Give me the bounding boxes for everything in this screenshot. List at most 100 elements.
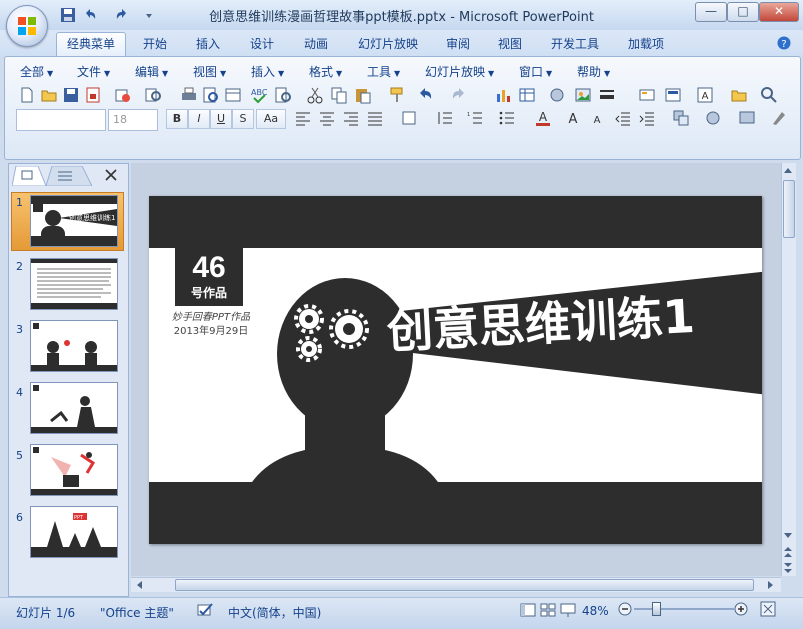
align-center-icon[interactable] bbox=[318, 109, 336, 127]
mail-icon[interactable] bbox=[114, 86, 132, 104]
slides-tab-icon[interactable] bbox=[12, 166, 46, 186]
change-case-button[interactable]: Aa bbox=[256, 109, 286, 129]
print-icon[interactable] bbox=[180, 86, 198, 104]
layout-icon[interactable] bbox=[224, 86, 242, 104]
thumbnail-slide-6[interactable]: PPT bbox=[30, 506, 118, 558]
line-spacing-icon[interactable] bbox=[436, 109, 454, 127]
copy-icon[interactable] bbox=[330, 86, 348, 104]
new-file-icon[interactable] bbox=[18, 86, 36, 104]
spelling-icon[interactable]: ABC bbox=[250, 86, 268, 104]
find-icon[interactable] bbox=[760, 86, 778, 104]
thumbnail-slide-4[interactable] bbox=[30, 382, 118, 434]
shape-outline-icon[interactable] bbox=[770, 109, 788, 127]
tab-design[interactable]: 设计 bbox=[240, 34, 284, 54]
open-folder-icon[interactable] bbox=[40, 86, 58, 104]
tab-view[interactable]: 视图 bbox=[488, 34, 532, 54]
line-style-icon[interactable] bbox=[598, 86, 616, 104]
paste-icon[interactable] bbox=[354, 86, 372, 104]
menu-view[interactable]: 视图 ▼ bbox=[193, 64, 226, 80]
undo-toolbar-icon[interactable] bbox=[416, 86, 434, 104]
format-painter-icon[interactable] bbox=[388, 86, 406, 104]
menu-format[interactable]: 格式 ▼ bbox=[309, 64, 342, 80]
shadow-button[interactable]: S bbox=[232, 109, 254, 129]
insert-picture-icon[interactable] bbox=[574, 86, 592, 104]
office-button[interactable] bbox=[6, 5, 48, 47]
zoom-slider-track[interactable] bbox=[634, 608, 734, 610]
thumbnail-slide-5[interactable] bbox=[30, 444, 118, 496]
font-color-icon[interactable]: A bbox=[534, 109, 552, 127]
tab-slideshow[interactable]: 幻灯片放映 bbox=[348, 34, 428, 54]
bullets-icon[interactable] bbox=[498, 109, 516, 127]
shapes-icon[interactable] bbox=[704, 109, 722, 127]
thumbnail-slide-2[interactable] bbox=[30, 258, 118, 310]
menu-help[interactable]: 帮助 ▼ bbox=[577, 64, 610, 80]
normal-view-icon[interactable] bbox=[520, 602, 536, 618]
italic-button[interactable]: I bbox=[188, 109, 210, 129]
slide-canvas[interactable]: 46 号作品 妙手回春PPT作品 2013年9月29日 创意思维训练1 bbox=[149, 196, 762, 544]
decrease-indent-icon[interactable] bbox=[614, 109, 632, 127]
folder-icon[interactable] bbox=[730, 86, 748, 104]
tab-home[interactable]: 开始 bbox=[133, 34, 177, 54]
justify-icon[interactable] bbox=[366, 109, 384, 127]
zoom-out-icon[interactable] bbox=[618, 602, 632, 616]
insert-table-icon[interactable] bbox=[518, 86, 536, 104]
align-right-icon[interactable] bbox=[342, 109, 360, 127]
textbox-icon[interactable]: A bbox=[696, 86, 714, 104]
new-slide-icon[interactable] bbox=[638, 86, 656, 104]
menu-insert[interactable]: 插入 ▼ bbox=[251, 64, 284, 80]
minimize-button[interactable]: — bbox=[695, 2, 727, 22]
vertical-scroll-thumb[interactable] bbox=[783, 180, 795, 238]
thumbnail-slide-1[interactable]: 创意思维训练1 bbox=[30, 195, 118, 247]
shape-fill-icon[interactable] bbox=[738, 109, 756, 127]
shrink-font-icon[interactable]: A bbox=[590, 109, 608, 127]
menu-window[interactable]: 窗口 ▼ bbox=[519, 64, 552, 80]
tab-classic-menu[interactable]: 经典菜单 bbox=[56, 32, 127, 57]
close-pane-icon[interactable] bbox=[104, 168, 118, 182]
tab-developer[interactable]: 开发工具 bbox=[541, 34, 609, 54]
zoom-level[interactable]: 48% bbox=[582, 604, 609, 618]
bold-button[interactable]: B bbox=[166, 109, 188, 129]
numbering-icon[interactable]: 1 bbox=[466, 109, 484, 127]
clipart-icon[interactable] bbox=[548, 86, 566, 104]
print-preview-icon[interactable] bbox=[202, 86, 220, 104]
insert-chart-icon[interactable] bbox=[494, 86, 512, 104]
reference-icon[interactable] bbox=[274, 86, 292, 104]
menu-all[interactable]: 全部 ▼ bbox=[20, 64, 53, 80]
research-icon[interactable] bbox=[144, 86, 162, 104]
arrange-icon[interactable] bbox=[672, 109, 690, 127]
permission-icon[interactable] bbox=[84, 86, 102, 104]
next-slide-icon[interactable] bbox=[783, 562, 793, 574]
zoom-slider-thumb[interactable] bbox=[652, 602, 661, 616]
font-name-combo[interactable] bbox=[16, 109, 106, 131]
fit-to-window-icon[interactable] bbox=[760, 601, 776, 617]
close-button[interactable]: ✕ bbox=[759, 2, 799, 22]
scroll-right-icon[interactable] bbox=[765, 580, 775, 590]
cut-icon[interactable] bbox=[306, 86, 324, 104]
help-icon[interactable]: ? bbox=[777, 36, 791, 50]
align-left-icon[interactable] bbox=[294, 109, 312, 127]
slide-sorter-view-icon[interactable] bbox=[540, 602, 556, 618]
outline-tab-icon[interactable] bbox=[46, 166, 92, 186]
menu-slideshow[interactable]: 幻灯片放映 ▼ bbox=[425, 64, 494, 80]
font-size-combo[interactable]: 18 bbox=[108, 109, 158, 131]
redo-toolbar-icon[interactable] bbox=[450, 86, 468, 104]
scroll-down-icon[interactable] bbox=[783, 530, 793, 540]
grow-font-icon[interactable]: A bbox=[566, 109, 584, 127]
thumbnail-slide-3[interactable] bbox=[30, 320, 118, 372]
menu-file[interactable]: 文件 ▼ bbox=[77, 64, 110, 80]
slideshow-view-icon[interactable] bbox=[560, 602, 576, 618]
increase-indent-icon[interactable] bbox=[638, 109, 656, 127]
tab-review[interactable]: 审阅 bbox=[436, 34, 480, 54]
tab-insert[interactable]: 插入 bbox=[186, 34, 230, 54]
horizontal-scroll-thumb[interactable] bbox=[175, 579, 754, 591]
underline-button[interactable]: U bbox=[210, 109, 232, 129]
scroll-left-icon[interactable] bbox=[135, 580, 145, 590]
maximize-button[interactable]: □ bbox=[727, 2, 759, 22]
text-direction-icon[interactable] bbox=[400, 109, 418, 127]
save-file-icon[interactable] bbox=[62, 86, 80, 104]
tab-animation[interactable]: 动画 bbox=[294, 34, 338, 54]
menu-tools[interactable]: 工具 ▼ bbox=[367, 64, 400, 80]
scroll-up-icon[interactable] bbox=[783, 166, 793, 176]
spellcheck-status-icon[interactable] bbox=[196, 602, 214, 618]
slide-layout-icon[interactable] bbox=[664, 86, 682, 104]
